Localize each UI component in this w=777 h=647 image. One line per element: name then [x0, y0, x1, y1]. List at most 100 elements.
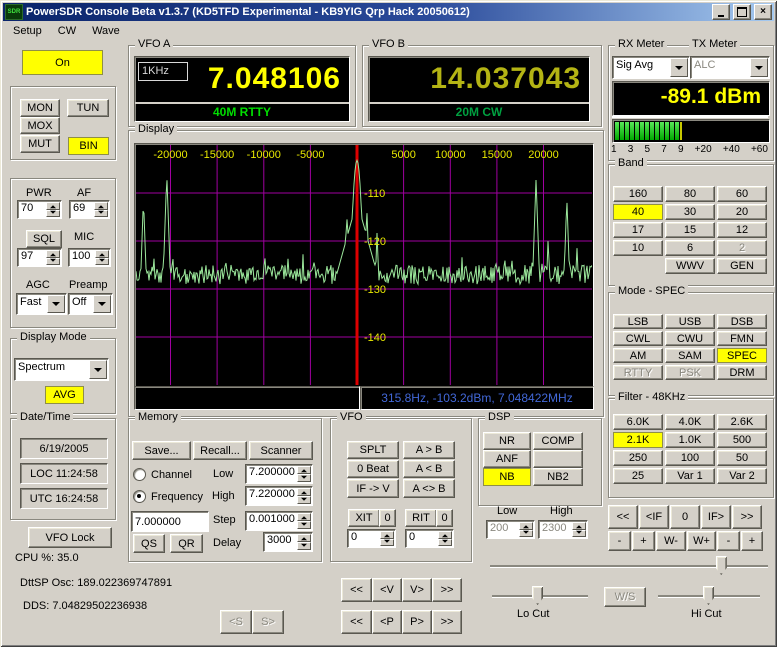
dsp-low-arrows[interactable]: [519, 522, 533, 537]
band-60-button[interactable]: 60: [717, 186, 767, 202]
sql-button[interactable]: SQL: [26, 230, 62, 248]
band-17-button[interactable]: 17: [613, 222, 663, 238]
title-bar[interactable]: SDR PowerSDR Console Beta v1.3.7 (KD5TFD…: [3, 3, 774, 21]
xit-spinner[interactable]: 0: [347, 529, 396, 548]
mon-button[interactable]: MON: [20, 99, 60, 117]
filter-2-6k-button[interactable]: 2.6K: [717, 414, 767, 430]
pwr-spinner-arrows[interactable]: [46, 202, 60, 217]
filter-plus2-button[interactable]: +: [741, 531, 763, 551]
af-value[interactable]: 69: [70, 201, 93, 218]
zero-beat-button[interactable]: 0 Beat: [347, 460, 399, 478]
close-button[interactable]: ×: [754, 4, 772, 20]
band-wwv-button[interactable]: WWV: [665, 258, 715, 274]
band-30-button[interactable]: 30: [665, 204, 715, 220]
mode-sam-button[interactable]: SAM: [665, 348, 715, 363]
band-10-button[interactable]: 10: [613, 240, 663, 256]
mode-cwl-button[interactable]: CWL: [613, 331, 663, 346]
memory-save-button[interactable]: Save...: [132, 441, 191, 460]
memory-recall-button[interactable]: Recall...: [193, 441, 247, 460]
rx-meter-dropdown[interactable]: Sig Avg: [612, 56, 690, 79]
mut-button[interactable]: MUT: [20, 135, 60, 153]
maximize-button[interactable]: [733, 4, 751, 20]
mode-spec-button[interactable]: SPEC: [717, 348, 767, 363]
agc-dropdown[interactable]: Fast: [16, 293, 67, 315]
split-button[interactable]: SPLT: [347, 441, 399, 459]
filter-plus-button[interactable]: +: [632, 531, 655, 551]
filter-4-0k-button[interactable]: 4.0K: [665, 414, 715, 430]
filter-shift-if-right-button[interactable]: IF>: [701, 505, 731, 529]
filter-width-minus-button[interactable]: W-: [656, 531, 686, 551]
vfo-b-frequency[interactable]: 14.037043: [369, 57, 589, 99]
memory-delay-spinner[interactable]: 3000: [263, 532, 313, 552]
filter-shift-left-fast-button[interactable]: <<: [608, 505, 638, 529]
menu-wave[interactable]: Wave: [84, 23, 128, 39]
memory-qs-button[interactable]: QS: [133, 534, 165, 553]
minimize-button[interactable]: [712, 4, 730, 20]
nav-vfo-down-button[interactable]: <V: [372, 578, 402, 602]
filter-var-2-button[interactable]: Var 2: [717, 468, 767, 484]
agc-dropdown-arrow[interactable]: [47, 295, 65, 313]
mode-usb-button[interactable]: USB: [665, 314, 715, 329]
sql-value[interactable]: 97: [18, 249, 45, 266]
xit-button[interactable]: XIT: [348, 509, 380, 527]
memory-scanner-button[interactable]: Scanner: [249, 441, 313, 460]
dsp-high-spinner[interactable]: 2300: [538, 520, 588, 539]
dsp-low-value[interactable]: 200: [487, 521, 518, 538]
lo-cut-slider-thumb[interactable]: [532, 586, 544, 605]
af-spinner-arrows[interactable]: [94, 202, 108, 217]
filter-shift-if-left-button[interactable]: <IF: [639, 505, 669, 529]
mode-lsb-button[interactable]: LSB: [613, 314, 663, 329]
mic-spinner-arrows[interactable]: [95, 250, 109, 265]
b-to-a-button[interactable]: A < B: [403, 460, 455, 478]
dsp-high-arrows[interactable]: [572, 522, 586, 537]
tx-meter-dropdown[interactable]: ALC: [690, 56, 770, 79]
mode-am-button[interactable]: AM: [613, 348, 663, 363]
filter-minus-button[interactable]: -: [608, 531, 631, 551]
filter-25-button[interactable]: 25: [613, 468, 663, 484]
nav-vfo-up-button[interactable]: V>: [402, 578, 432, 602]
af-spinner[interactable]: 69: [69, 200, 110, 219]
xit-zero-button[interactable]: 0: [379, 509, 396, 527]
memory-high-value[interactable]: 7.220000: [246, 487, 296, 505]
xit-arrows[interactable]: [380, 531, 394, 546]
memory-low-value[interactable]: 7.200000: [246, 465, 296, 483]
hi-cut-slider-thumb[interactable]: [702, 586, 714, 605]
mic-value[interactable]: 100: [69, 249, 94, 266]
band-15-button[interactable]: 15: [665, 222, 715, 238]
spectrum-panel[interactable]: -20000 -15000 -10000 -5000 5000 10000 15000 200…: [134, 143, 594, 387]
mic-spinner[interactable]: 100: [68, 248, 111, 267]
filter-1-0k-button[interactable]: 1.0K: [665, 432, 715, 448]
mode-drm-button[interactable]: DRM: [717, 365, 767, 380]
mox-button[interactable]: MOX: [20, 117, 60, 134]
shift-slider-thumb[interactable]: [715, 556, 727, 575]
preamp-dropdown[interactable]: Off: [68, 293, 113, 315]
band-6-button[interactable]: 6: [665, 240, 715, 256]
a-swap-b-button[interactable]: A <> B: [403, 479, 455, 498]
rit-arrows[interactable]: [438, 531, 452, 546]
memory-frequency-radio[interactable]: Frequency: [133, 490, 203, 503]
rit-button[interactable]: RIT: [405, 509, 437, 527]
band-12-button[interactable]: 12: [717, 222, 767, 238]
radio-dot[interactable]: [133, 468, 146, 481]
memory-high-arrows[interactable]: [297, 488, 311, 504]
dsp-low-spinner[interactable]: 200: [486, 520, 535, 539]
nav-page-fast-up-button[interactable]: >>: [432, 610, 462, 634]
mode-cwu-button[interactable]: CWU: [665, 331, 715, 346]
nav-page-down-button[interactable]: <P: [372, 610, 402, 634]
filter-minus2-button[interactable]: -: [717, 531, 740, 551]
memory-delay-value[interactable]: 3000: [264, 533, 296, 551]
vfo-lock-button[interactable]: VFO Lock: [28, 527, 112, 548]
comp-button[interactable]: COMP: [533, 432, 583, 450]
filter-50-button[interactable]: 50: [717, 450, 767, 466]
spectrum-display[interactable]: -20000 -15000 -10000 -5000 5000 10000 15000 200…: [136, 145, 592, 385]
band-160-button[interactable]: 160: [613, 186, 663, 202]
nav-page-fast-down-button[interactable]: <<: [341, 610, 372, 634]
hi-cut-slider[interactable]: [658, 586, 760, 606]
a-to-b-button[interactable]: A > B: [403, 441, 455, 459]
nav-fast-down-button[interactable]: <<: [341, 578, 372, 602]
memory-high-spinner[interactable]: 7.220000: [245, 486, 313, 506]
filter-var-1-button[interactable]: Var 1: [665, 468, 715, 484]
mode-fmn-button[interactable]: FMN: [717, 331, 767, 346]
filter-250-button[interactable]: 250: [613, 450, 663, 466]
nr-button[interactable]: NR: [483, 432, 531, 450]
